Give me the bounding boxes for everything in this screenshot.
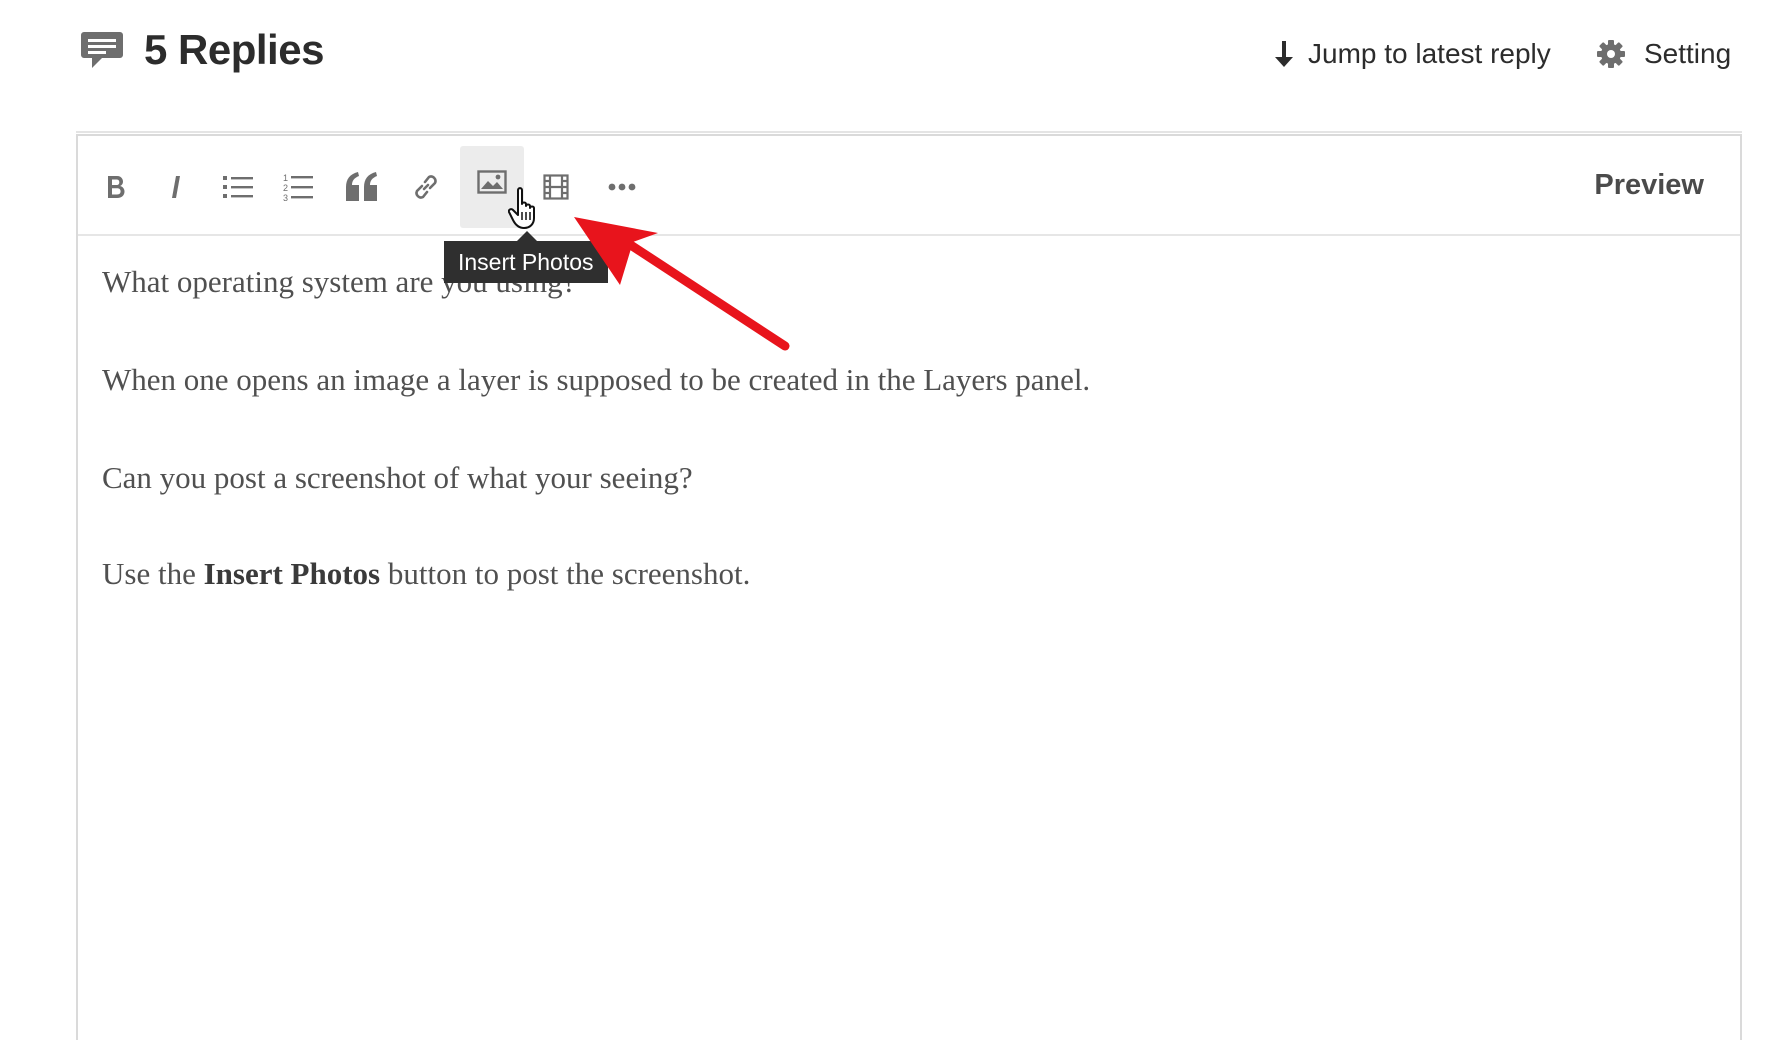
setting-button[interactable]: Setting: [1596, 36, 1731, 72]
editor-toolbar: 1 2 3 Preview: [78, 136, 1740, 236]
quote-button[interactable]: [330, 146, 394, 228]
film-icon: [543, 174, 569, 200]
bold-button[interactable]: [84, 146, 148, 228]
insert-photos-tooltip: Insert Photos: [444, 241, 608, 283]
setting-label: Setting: [1644, 38, 1732, 69]
paragraph-3: Can you post a screenshot of what your s…: [102, 460, 693, 495]
paragraph-2: When one opens an image a layer is suppo…: [102, 362, 1091, 397]
jump-to-latest-reply-link[interactable]: Jump to latest reply: [1272, 36, 1551, 72]
quote-icon: [346, 172, 377, 201]
arrow-down-icon: [1275, 41, 1293, 67]
italic-button[interactable]: [144, 146, 208, 228]
pointer-hand-cursor-icon: [508, 187, 535, 229]
jump-to-latest-reply-label: Jump to latest reply: [1308, 38, 1551, 69]
paragraph-4-pre: Use the: [102, 556, 204, 591]
bulleted-list-icon: [223, 176, 253, 198]
header-divider: [76, 131, 1742, 133]
image-icon: [477, 170, 507, 194]
replies-header: 5 Replies Jump to latest reply Setting: [0, 0, 1772, 120]
paragraph-4-bold: Insert Photos: [203, 556, 381, 591]
bulleted-list-button[interactable]: [206, 146, 270, 228]
tooltip-caret: [517, 231, 537, 241]
bold-icon: [108, 176, 125, 198]
gear-icon: [1597, 40, 1625, 68]
more-icon: [608, 183, 636, 191]
link-icon: [415, 175, 437, 199]
numbered-list-icon: 1 2 3: [283, 173, 313, 202]
more-button[interactable]: [590, 146, 654, 228]
svg-text:2: 2: [283, 183, 288, 193]
link-button[interactable]: [394, 146, 458, 228]
reply-editor: 1 2 3 Preview What operating system are …: [76, 134, 1742, 1040]
italic-icon: [172, 176, 180, 198]
svg-text:1: 1: [283, 173, 288, 183]
preview-button[interactable]: Preview: [1594, 160, 1704, 210]
comment-icon: [81, 32, 123, 68]
paragraph-4-post: button to post the screenshot.: [380, 556, 751, 591]
paragraph-4: Use the Insert Photos button to post the…: [102, 556, 750, 592]
numbered-list-button[interactable]: 1 2 3: [266, 146, 330, 228]
replies-title: 5 Replies: [144, 26, 324, 73]
svg-text:3: 3: [283, 193, 288, 202]
